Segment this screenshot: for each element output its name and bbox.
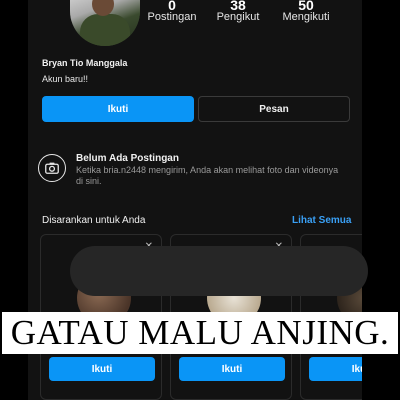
follow-button[interactable]: Ikuti [42, 96, 194, 122]
no-posts-description: Ketika bria.n2448 mengirim, Anda akan me… [76, 165, 339, 186]
stat-followers[interactable]: 38 Pengikut [208, 0, 268, 23]
no-posts-title: Belum Ada Postingan [76, 153, 179, 164]
stat-posts-value: 0 [168, 0, 176, 10]
suggestion-follow-button[interactable]: Ikuti [179, 357, 285, 381]
stat-followers-label: Pengikut [216, 11, 260, 23]
profile-avatar[interactable] [70, 0, 140, 46]
stat-followers-value: 38 [230, 0, 246, 10]
redaction-bar [70, 246, 368, 296]
see-all-link[interactable]: Lihat Semua [292, 215, 351, 226]
stat-following-value: 50 [298, 0, 314, 10]
stat-following-label: Mengikuti [282, 11, 330, 23]
message-button[interactable]: Pesan [198, 96, 350, 122]
profile-name: Bryan Tio Manggala [42, 58, 128, 68]
suggestion-follow-button[interactable]: Ikuti [309, 357, 362, 381]
stat-posts[interactable]: 0 Postingan [142, 0, 202, 23]
suggestion-follow-button[interactable]: Ikuti [49, 357, 155, 381]
stat-posts-label: Postingan [147, 11, 197, 23]
suggestions-title: Disarankan untuk Anda [42, 215, 146, 226]
profile-bio: Akun baru!! [42, 74, 89, 84]
stat-following[interactable]: 50 Mengikuti [274, 0, 338, 23]
avatar-figure-body [80, 14, 130, 46]
camera-icon [38, 154, 66, 182]
meme-caption: GATAU MALU ANJING. [2, 312, 398, 354]
